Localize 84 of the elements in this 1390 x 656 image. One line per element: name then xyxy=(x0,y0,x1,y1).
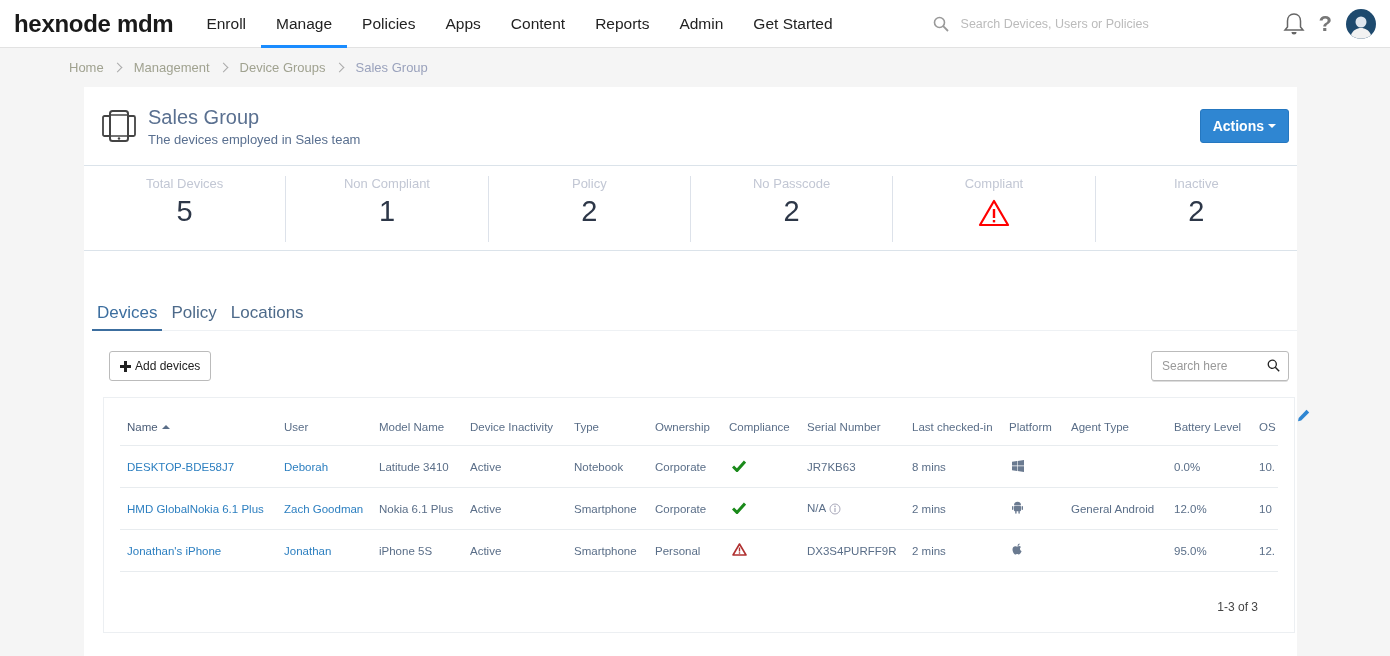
actions-button[interactable]: Actions xyxy=(1199,109,1289,143)
table-cell: Latitude 3410 xyxy=(372,445,463,488)
tab[interactable]: Devices xyxy=(92,299,163,331)
table-cell: Corporate xyxy=(648,445,722,488)
column-header[interactable]: Serial Number xyxy=(800,408,905,446)
group-title: Sales Group xyxy=(148,105,261,129)
table-cell: 0.0% xyxy=(1167,445,1252,488)
stat-label: Total Devices xyxy=(146,176,224,191)
stat-value: 5 xyxy=(176,195,193,228)
devices-icon xyxy=(102,109,136,143)
nav-menu-item[interactable]: Enroll xyxy=(191,0,262,48)
group-description: The devices employed in Sales team xyxy=(148,131,361,147)
column-header[interactable]: Platform xyxy=(1002,408,1064,446)
column-header[interactable]: Agent Type xyxy=(1064,408,1167,446)
stat-label: Compliant xyxy=(964,176,1024,191)
column-header[interactable]: Last checked-in xyxy=(905,408,1002,446)
device-name-link[interactable]: HMD GlobalNokia 6.1 Plus xyxy=(120,487,277,530)
table-cell: 12. xyxy=(1252,529,1278,572)
user-name-link[interactable]: Zach Goodman xyxy=(277,487,372,530)
table-cell: iPhone 5S xyxy=(372,529,463,572)
nav-menu-item[interactable]: Policies xyxy=(347,0,431,48)
table-cell: 2 mins xyxy=(905,487,1002,530)
user-name-link[interactable]: Jonathan xyxy=(277,529,372,572)
table-cell: 95.0% xyxy=(1167,529,1252,572)
warning-icon xyxy=(977,199,1010,227)
table-cell: Smartphone xyxy=(567,487,648,530)
table-cell: Smartphone xyxy=(567,529,648,572)
breadcrumb-current: Sales Group xyxy=(355,60,428,75)
table-cell: 8 mins xyxy=(905,445,1002,488)
stat-label: Non Compliant xyxy=(344,176,430,191)
column-header[interactable]: User xyxy=(277,408,372,446)
table-cell: Personal xyxy=(648,529,722,572)
table-cell: Active xyxy=(463,487,567,530)
nav-menu-item[interactable]: Manage xyxy=(261,0,348,48)
table-cell: General Android xyxy=(1064,487,1167,530)
stat-label: Inactive xyxy=(1173,176,1219,191)
stat-value: 2 xyxy=(783,195,800,228)
device-name-link[interactable]: Jonathan's iPhone xyxy=(120,529,277,572)
column-header[interactable]: Name xyxy=(120,408,277,446)
user-avatar-icon[interactable] xyxy=(1346,8,1376,39)
stat-label: No Passcode xyxy=(753,176,831,191)
column-header[interactable]: Compliance xyxy=(722,408,800,446)
nav-menu-item[interactable]: Reports xyxy=(580,0,665,48)
plus-icon xyxy=(120,360,131,372)
column-header[interactable]: Battery Level xyxy=(1167,408,1252,446)
notification-bell-icon[interactable] xyxy=(1282,11,1305,36)
table-search-field[interactable]: Search here xyxy=(1151,351,1289,381)
nav-menu-item[interactable]: Get Started xyxy=(738,0,848,48)
table-cell: N/A xyxy=(807,502,826,514)
add-devices-button[interactable]: Add devices xyxy=(109,351,212,381)
nav-menu-item[interactable]: Apps xyxy=(430,0,496,48)
search-icon xyxy=(932,15,949,32)
search-icon xyxy=(1267,359,1280,372)
table-cell: JR7KB63 xyxy=(807,460,856,473)
table-cell: 2 mins xyxy=(905,529,1002,572)
column-header[interactable]: Model Name xyxy=(372,408,463,446)
table-cell: Notebook xyxy=(567,445,648,488)
tab[interactable]: Policy xyxy=(166,299,222,331)
stat-value: 2 xyxy=(581,195,598,228)
hexnode-logo[interactable]: hexnode mdm xyxy=(14,9,174,38)
user-name-link[interactable]: Deborah xyxy=(277,445,372,488)
global-search-field[interactable]: Search Devices, Users or Policies xyxy=(958,15,1213,32)
tab[interactable]: Locations xyxy=(225,299,309,331)
table-cell: 12.0% xyxy=(1167,487,1252,530)
nav-menu-item[interactable]: Admin xyxy=(664,0,739,48)
stat-value: 2 xyxy=(1188,195,1205,228)
table-cell: Active xyxy=(463,529,567,572)
column-header[interactable]: OS xyxy=(1252,408,1278,446)
stat-label: Policy xyxy=(571,176,607,191)
pagination-info: 1-3 of 3 xyxy=(1216,600,1258,614)
table-cell: Nokia 6.1 Plus xyxy=(372,487,463,530)
stat-value: 1 xyxy=(378,195,396,228)
help-icon[interactable]: ? xyxy=(1318,10,1332,37)
column-header[interactable]: Type xyxy=(567,408,648,446)
table-cell: 10. xyxy=(1252,445,1278,488)
device-name-link[interactable]: DESKTOP-BDE58J7 xyxy=(120,445,277,488)
column-header[interactable]: Device Inactivity xyxy=(463,408,567,446)
table-cell: 10 xyxy=(1252,487,1278,530)
table-cell: DX3S4PURFF9R xyxy=(807,544,897,557)
table-cell: Active xyxy=(463,445,567,488)
column-header[interactable]: Ownership xyxy=(648,408,722,446)
edit-pencil-icon[interactable] xyxy=(1297,409,1310,422)
nav-menu-item[interactable]: Content xyxy=(495,0,581,48)
table-cell: Corporate xyxy=(648,487,722,530)
